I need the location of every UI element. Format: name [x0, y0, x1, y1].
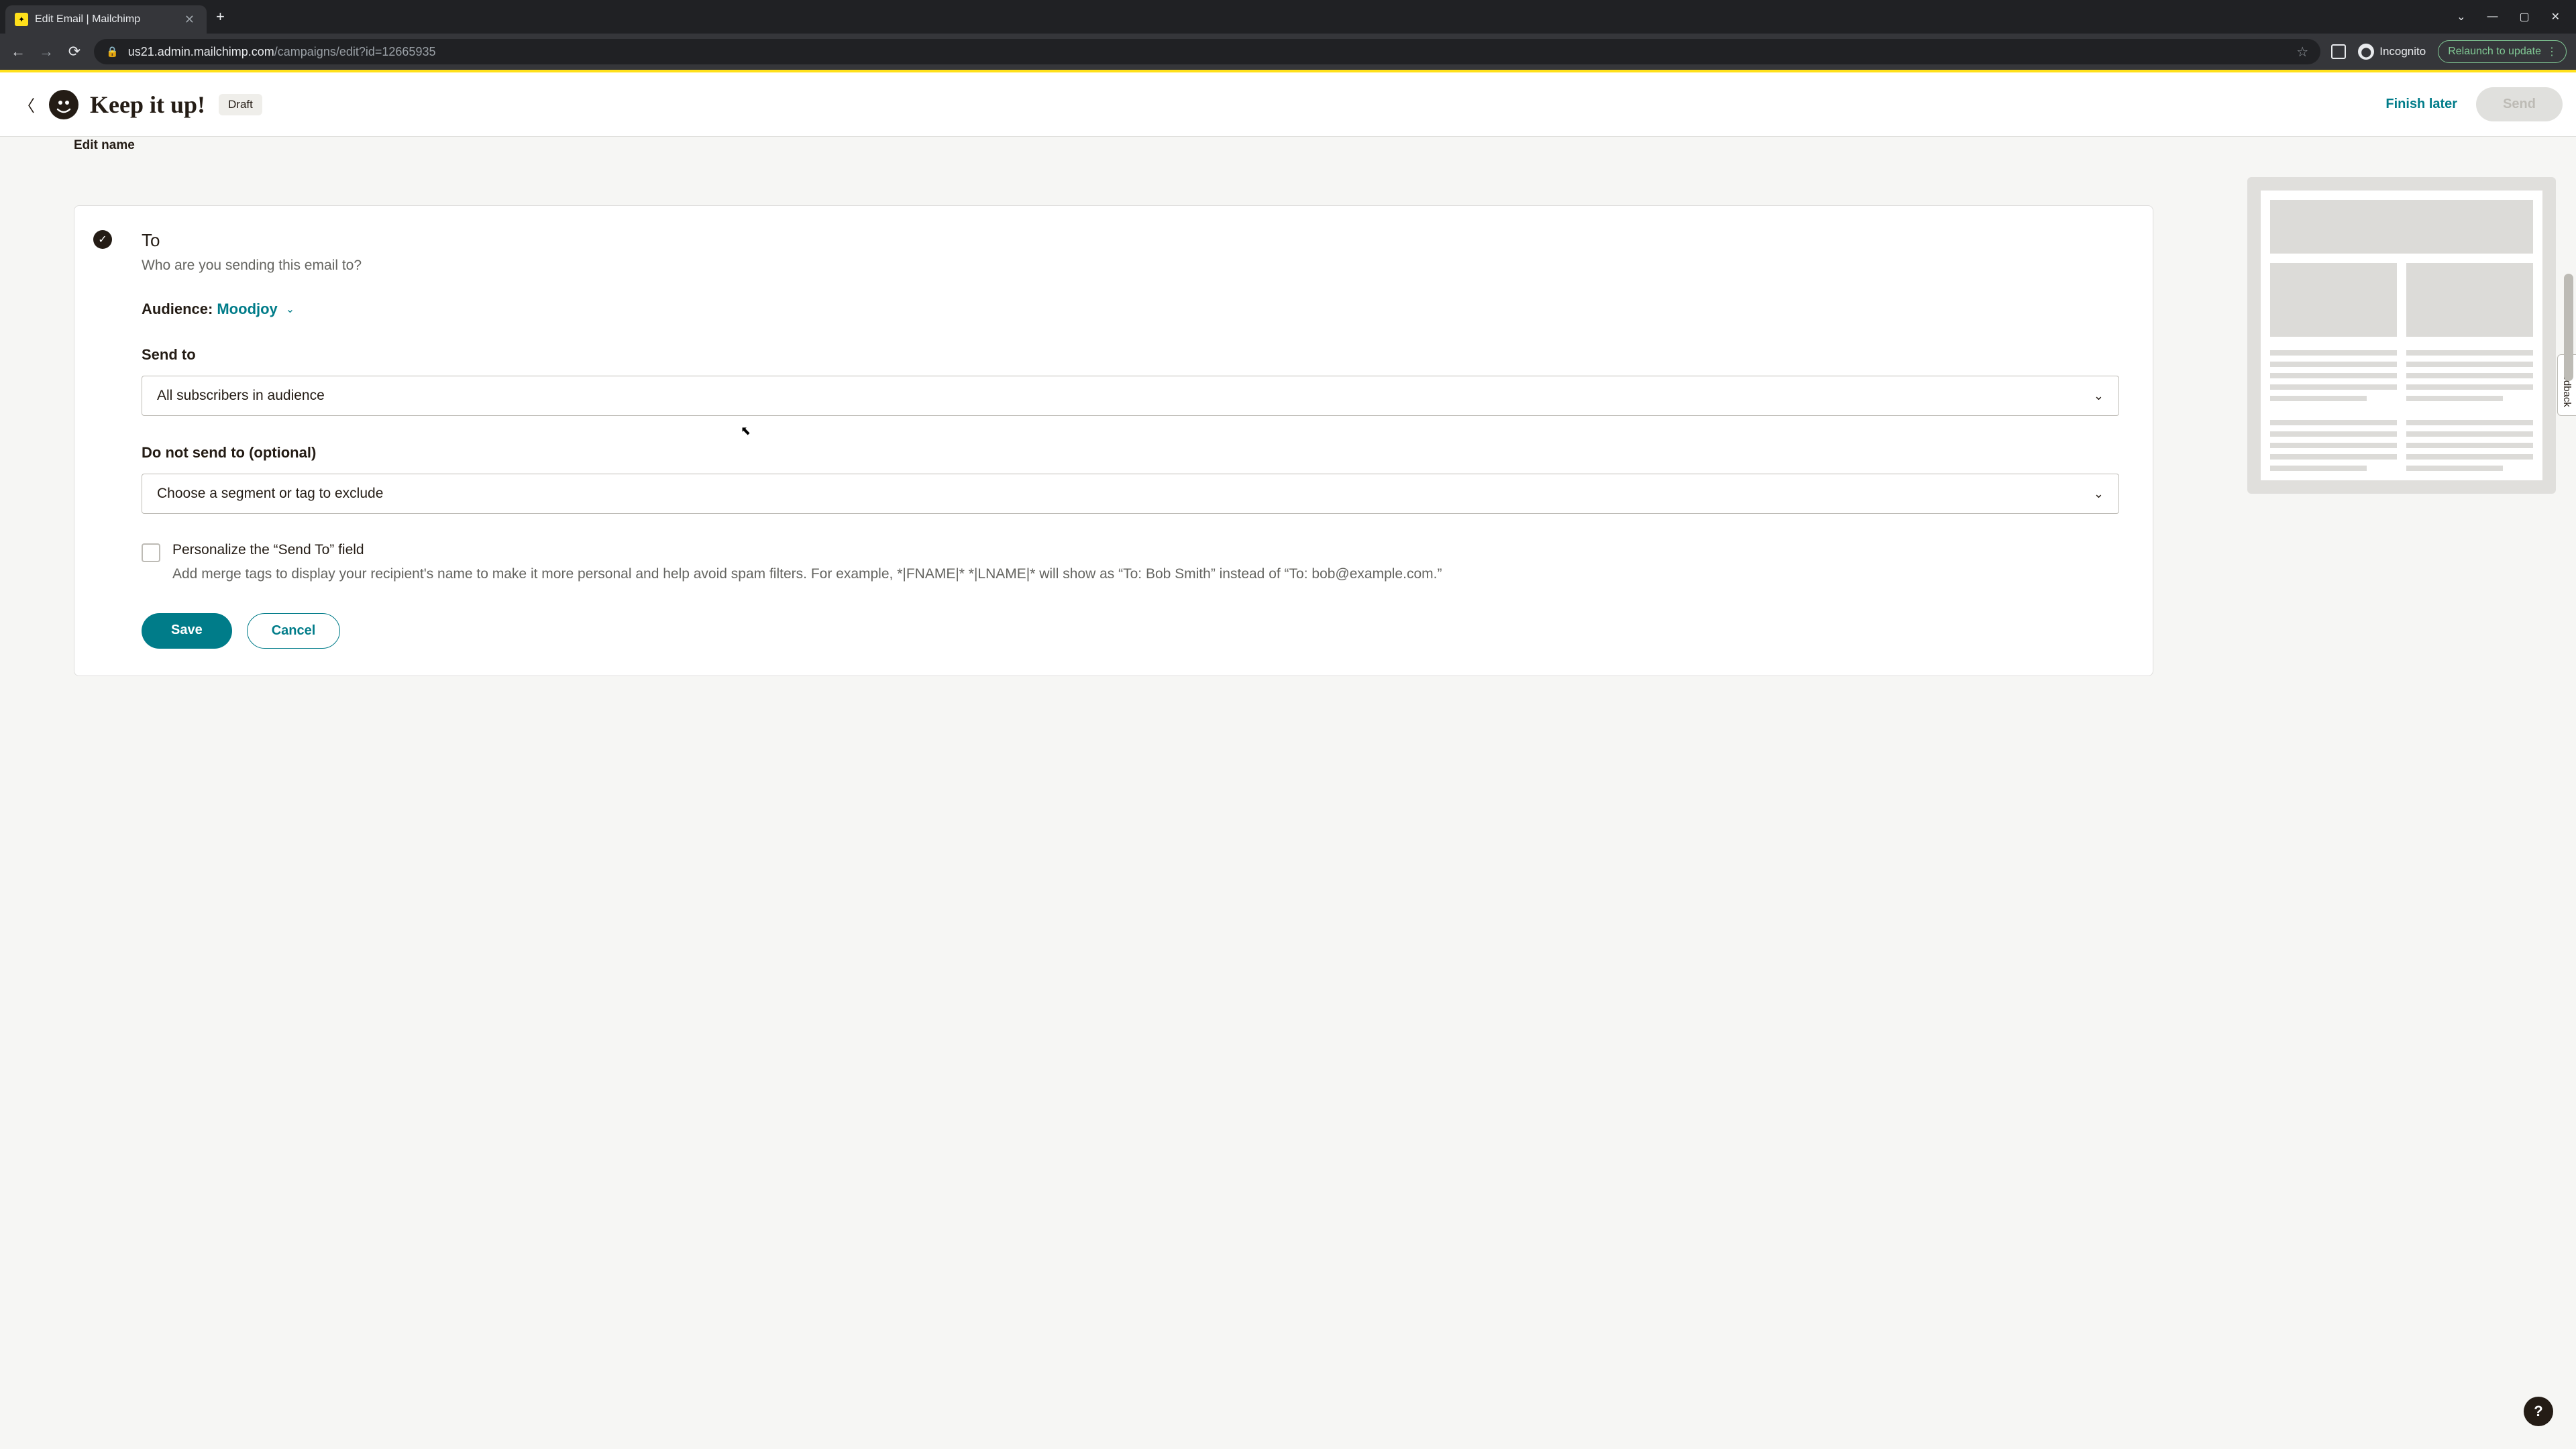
preview-text-line [2406, 431, 2533, 437]
preview-image-placeholder [2406, 263, 2533, 337]
close-window-icon[interactable]: ✕ [2551, 10, 2560, 23]
send-button[interactable]: Send [2476, 87, 2563, 121]
send-to-select[interactable]: All subscribers in audience ⌄ [142, 376, 2119, 416]
to-card: ✓ To Who are you sending this email to? … [74, 205, 2153, 676]
tab-title: Edit Email | Mailchimp [35, 13, 175, 25]
preview-text-line [2270, 454, 2397, 460]
personalize-label: Personalize the “Send To” field [172, 542, 2119, 558]
exclude-select[interactable]: Choose a segment or tag to exclude ⌄ [142, 474, 2119, 514]
help-button[interactable]: ? [2524, 1397, 2553, 1426]
browser-tab[interactable]: ✦ Edit Email | Mailchimp ✕ [5, 5, 207, 34]
card-subtitle: Who are you sending this email to? [142, 258, 2119, 274]
preview-text-line [2270, 396, 2367, 401]
tab-close-icon[interactable]: ✕ [182, 11, 197, 28]
main-column: Edit name ✓ To Who are you sending this … [0, 137, 2227, 1449]
send-to-label: Send to [142, 346, 2119, 364]
preview-image-placeholder [2270, 263, 2397, 337]
lock-icon: 🔒 [106, 46, 119, 58]
url-text: us21.admin.mailchimp.com/campaigns/edit?… [128, 45, 436, 59]
preview-text-line [2270, 373, 2397, 378]
card-title: To [142, 230, 2119, 251]
reload-icon[interactable]: ⟳ [66, 43, 83, 60]
app-back-icon[interactable]: 〈 [13, 87, 40, 121]
preview-hero-placeholder [2270, 200, 2533, 254]
menu-dots-icon: ⋮ [2546, 45, 2557, 58]
preview-text-line [2270, 443, 2397, 448]
back-icon[interactable]: ← [9, 43, 27, 60]
forward-icon[interactable]: → [38, 43, 55, 60]
mailchimp-logo-icon [47, 88, 80, 121]
incognito-indicator: ⬤ Incognito [2358, 44, 2426, 60]
preview-column [2227, 137, 2576, 1449]
bookmark-star-icon[interactable]: ☆ [2296, 44, 2308, 60]
preview-text-line [2406, 350, 2533, 356]
preview-text-line [2270, 384, 2397, 390]
personalize-checkbox[interactable] [142, 543, 160, 562]
new-tab-button[interactable]: + [216, 8, 225, 25]
minimize-icon[interactable]: — [2487, 11, 2498, 23]
preview-text-line [2406, 362, 2533, 367]
preview-text-line [2270, 350, 2397, 356]
check-icon: ✓ [93, 230, 112, 249]
preview-text-line [2406, 373, 2533, 378]
incognito-icon: ⬤ [2358, 44, 2374, 60]
exclude-label: Do not send to (optional) [142, 444, 2119, 462]
edit-name-link[interactable]: Edit name [74, 138, 2153, 153]
preview-text-line [2270, 466, 2367, 471]
save-button[interactable]: Save [142, 613, 232, 649]
finish-later-button[interactable]: Finish later [2385, 97, 2457, 112]
preview-text-line [2406, 443, 2533, 448]
scrollbar-thumb[interactable] [2564, 274, 2573, 381]
preview-text-line [2406, 454, 2533, 460]
app-header: 〈 Keep it up! Draft Finish later Send [0, 72, 2576, 137]
preview-text-line [2270, 420, 2397, 425]
preview-text-line [2406, 384, 2533, 390]
chevron-down-icon: ⌄ [2094, 389, 2104, 403]
personalize-description: Add merge tags to display your recipient… [172, 564, 2119, 585]
maximize-icon[interactable]: ▢ [2519, 10, 2529, 23]
relaunch-button[interactable]: Relaunch to update ⋮ [2438, 40, 2567, 63]
preview-text-line [2406, 420, 2533, 425]
preview-text-line [2270, 362, 2397, 367]
preview-text-line [2270, 431, 2397, 437]
chevron-down-icon: ⌄ [286, 303, 294, 316]
preview-text-line [2406, 466, 2503, 471]
tabs-dropdown-icon[interactable]: ⌄ [2457, 10, 2465, 23]
url-bar[interactable]: 🔒 us21.admin.mailchimp.com/campaigns/edi… [94, 39, 2320, 64]
status-badge: Draft [219, 94, 262, 115]
preview-text-line [2406, 396, 2503, 401]
email-preview [2247, 177, 2556, 494]
favicon-icon: ✦ [15, 13, 28, 26]
audience-selector[interactable]: Audience: Moodjoy ⌄ [142, 301, 2119, 318]
tab-bar: ✦ Edit Email | Mailchimp ✕ + ⌄ — ▢ ✕ [0, 0, 2576, 34]
address-bar: ← → ⟳ 🔒 us21.admin.mailchimp.com/campaig… [0, 34, 2576, 70]
chevron-down-icon: ⌄ [2094, 487, 2104, 501]
cancel-button[interactable]: Cancel [247, 613, 341, 649]
campaign-title: Keep it up! [90, 91, 205, 119]
extensions-icon[interactable] [2331, 44, 2346, 59]
scrollbar[interactable] [2563, 72, 2575, 1449]
